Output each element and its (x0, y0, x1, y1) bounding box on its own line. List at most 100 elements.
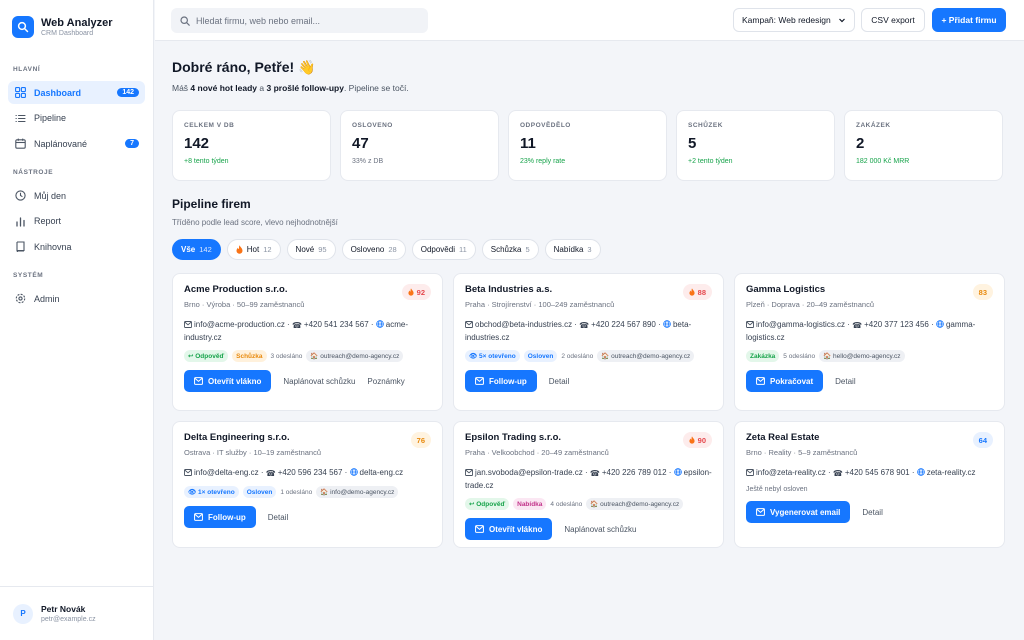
greeting-subtitle: Máš 4 nové hot leady a 3 prošlé follow-u… (172, 83, 1006, 93)
detail-link[interactable]: Detail (268, 513, 288, 522)
greeting-text: . Pipeline se točí. (343, 83, 409, 93)
company-card[interactable]: Gamma Logistics Plzeň · Doprava · 20–49 … (734, 273, 1005, 411)
company-web[interactable]: delta-eng.cz (360, 468, 404, 477)
sidebar-item-report[interactable]: Report (8, 210, 145, 233)
company-email[interactable]: jan.svoboda@epsilon-trade.cz (475, 468, 583, 477)
csv-export-button[interactable]: CSV export (861, 8, 925, 32)
company-email[interactable]: obchod@beta-industries.cz (475, 320, 572, 329)
notes-link[interactable]: Poznámky (367, 377, 404, 386)
company-phone[interactable]: +420 541 234 567 (304, 320, 369, 329)
not-contacted-note: Ještě nebyl osloven (746, 486, 808, 493)
section-title-tools: NÁSTROJE (13, 169, 54, 176)
company-email[interactable]: info@gamma-logistics.cz (756, 320, 845, 329)
filter-chip-meeting[interactable]: Schůzka 5 (481, 239, 539, 260)
chip-label: Osloveno (350, 245, 385, 254)
status-tags: ↩ Odpověď Nabídka 4 odesláno 🏠 outreach@… (465, 498, 712, 510)
phone-icon: ☎ (852, 321, 863, 330)
detail-link[interactable]: Detail (835, 377, 855, 386)
chip-label: Hot (246, 245, 260, 254)
company-email[interactable]: info@acme-production.cz (194, 320, 285, 329)
filter-chips: Vše 142 Hot 12 Nové 95 Osloveno 28 Odpovědi 1… (172, 239, 1006, 260)
company-card[interactable]: Delta Engineering s.r.o. Ostrava · IT sl… (172, 421, 443, 548)
sidebar-item-library[interactable]: Knihovna (8, 235, 145, 258)
chevron-down-icon (838, 16, 846, 24)
count-badge: 142 (117, 88, 139, 97)
filter-chip-replies[interactable]: Odpovědi 11 (411, 239, 476, 260)
stat-value: 5 (688, 135, 697, 152)
score-value: 92 (416, 287, 425, 297)
company-phone[interactable]: +420 226 789 012 (602, 468, 667, 477)
detail-link[interactable]: Detail (549, 377, 569, 386)
open-thread-button[interactable]: Otevřít vlákno (184, 370, 272, 392)
sidebar-item-pipeline[interactable]: Pipeline (8, 107, 145, 130)
status-tags: 👁 1× otevřeno Osloven 1 odesláno 🏠 info@… (184, 486, 431, 498)
follow-up-button[interactable]: Follow-up (184, 506, 256, 528)
stat-value: 142 (184, 135, 210, 152)
company-phone[interactable]: +420 545 678 901 (845, 468, 910, 477)
followups-count: 3 prošlé follow-upy (266, 83, 344, 93)
stat-card-total: CELKEM V DB 142 +8 tento týden (172, 110, 331, 181)
hot-leads-count: 4 nové hot leady (190, 83, 258, 93)
sidebar-item-label: Můj den (34, 190, 67, 201)
filter-chip-contacted[interactable]: Osloveno 28 (341, 239, 406, 260)
status-badge: Zakázka (746, 350, 780, 362)
filter-chip-hot[interactable]: Hot 12 (226, 239, 281, 260)
campaign-select[interactable]: Kampaň: Web redesign (733, 8, 855, 32)
card-actions: Follow-up Detail (465, 370, 712, 392)
user-email: petr@example.cz (41, 616, 96, 623)
book-icon (14, 241, 26, 253)
sender-badge: 🏠 hello@demo-agency.cz (819, 350, 905, 362)
mail-icon (184, 320, 192, 332)
chip-count: 95 (318, 245, 327, 254)
phone-icon: ☎ (579, 321, 590, 330)
company-email[interactable]: info@zeta-reality.cz (756, 468, 826, 477)
status-badge: Nabídka (513, 498, 547, 510)
schedule-meeting-link[interactable]: Naplánovat schůzku (283, 377, 355, 386)
company-card[interactable]: Epsilon Trading s.r.o. Praha · Velkoobch… (453, 421, 724, 548)
sidebar-item-my-day[interactable]: Můj den (8, 184, 145, 207)
brand[interactable]: Web Analyzer CRM Dashboard (0, 0, 153, 40)
contact-info: info@gamma-logistics.cz · ☎ +420 377 123 … (746, 320, 976, 342)
continue-button[interactable]: Pokračovat (746, 370, 824, 392)
sidebar-item-admin[interactable]: Admin (8, 287, 145, 310)
filter-chip-offer[interactable]: Nabídka 3 (544, 239, 601, 260)
company-phone[interactable]: +420 377 123 456 (864, 320, 929, 329)
add-company-button[interactable]: + Přidat firmu (932, 8, 1006, 32)
search-input[interactable] (196, 15, 416, 26)
fire-icon (689, 288, 695, 296)
score-value: 64 (978, 435, 987, 445)
list-icon (14, 112, 26, 124)
status-tags: 👁 5× otevřeno Osloven 2 odesláno 🏠 outre… (465, 350, 712, 362)
company-card[interactable]: Zeta Real Estate Brno · Reality · 5–9 za… (734, 421, 1005, 548)
company-meta: Plzeň · Doprava · 20–49 zaměstnanců (746, 300, 874, 309)
stat-note: 23% reply rate (520, 158, 566, 165)
chip-label: Nabídka (553, 245, 584, 254)
stat-value: 2 (856, 135, 865, 152)
company-phone[interactable]: +420 596 234 567 (278, 468, 343, 477)
generate-email-button[interactable]: Vygenerovat email (746, 501, 851, 523)
search-box[interactable] (171, 8, 428, 33)
stat-note: +8 tento týden (184, 158, 229, 165)
sidebar-item-dashboard[interactable]: Dashboard 142 (8, 81, 145, 104)
company-email[interactable]: info@delta-eng.cz (194, 468, 259, 477)
sidebar-item-scheduled[interactable]: Naplánované 7 (8, 132, 145, 155)
phone-icon: ☎ (832, 469, 843, 478)
contact-info: jan.svoboda@epsilon-trade.cz · ☎ +420 226… (465, 468, 712, 490)
stat-label: ODPOVĚDĚLO (520, 122, 571, 129)
filter-chip-all[interactable]: Vše 142 (172, 239, 221, 260)
contact-info: info@acme-production.cz · ☎ +420 541 234 … (184, 320, 408, 342)
detail-link[interactable]: Detail (862, 508, 882, 517)
user-profile[interactable]: P Petr Novák petr@example.cz (0, 586, 154, 640)
company-web[interactable]: zeta-reality.cz (927, 468, 976, 477)
filter-chip-new[interactable]: Nové 95 (286, 239, 336, 260)
schedule-meeting-link[interactable]: Naplánovat schůzku (564, 525, 636, 534)
company-name: Epsilon Trading s.r.o. (465, 432, 562, 443)
company-card[interactable]: Beta Industries a.s. Praha · Strojírenst… (453, 273, 724, 411)
button-label: Follow-up (489, 376, 527, 386)
sender-badge: 🏠 info@demo-agency.cz (316, 486, 399, 498)
follow-up-button[interactable]: Follow-up (465, 370, 537, 392)
count-badge: 7 (125, 139, 139, 148)
company-phone[interactable]: +420 224 567 890 (591, 320, 656, 329)
company-card[interactable]: Acme Production s.r.o. Brno · Výroba · 5… (172, 273, 443, 411)
open-thread-button[interactable]: Otevřít vlákno (465, 518, 553, 540)
